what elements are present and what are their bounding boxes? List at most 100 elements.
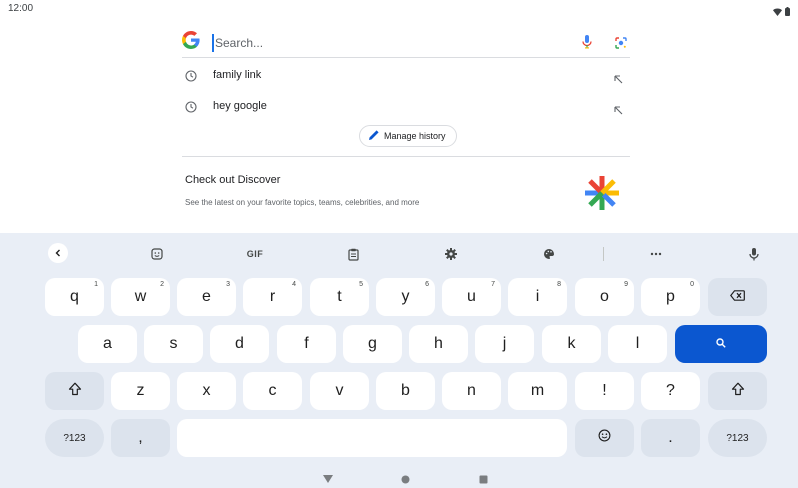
key-hint: 1 xyxy=(94,281,98,288)
key-c[interactable]: c xyxy=(243,372,302,410)
google-lens-icon[interactable] xyxy=(615,36,627,54)
key-y[interactable]: y6 xyxy=(376,278,435,316)
google-logo-icon xyxy=(182,31,200,54)
gif-icon[interactable]: GIF xyxy=(244,245,266,263)
battery-icon xyxy=(785,3,790,21)
key-label: i xyxy=(535,288,540,305)
key-exclamation[interactable]: ! xyxy=(575,372,634,410)
search-key[interactable] xyxy=(675,325,767,363)
key-question[interactable]: ? xyxy=(641,372,700,410)
key-comma[interactable]: , xyxy=(111,419,170,457)
key-t[interactable]: t5 xyxy=(310,278,369,316)
key-e[interactable]: e3 xyxy=(177,278,236,316)
key-m[interactable]: m xyxy=(508,372,567,410)
fill-query-arrow-icon[interactable] xyxy=(614,102,623,120)
key-hint: 0 xyxy=(690,281,694,288)
suggestion-label: hey google xyxy=(213,100,267,112)
back-icon[interactable] xyxy=(48,243,68,263)
symbols-key-left[interactable]: ?123 xyxy=(45,419,104,457)
key-label: q xyxy=(70,288,79,305)
emoji-key[interactable] xyxy=(575,419,634,457)
palette-icon[interactable] xyxy=(538,245,560,263)
key-label: h xyxy=(434,335,443,352)
key-hint: 6 xyxy=(425,281,429,288)
recents-square-icon[interactable] xyxy=(479,471,488,488)
key-w[interactable]: w2 xyxy=(111,278,170,316)
key-i[interactable]: i8 xyxy=(508,278,567,316)
key-period[interactable]: . xyxy=(641,419,700,457)
home-circle-icon[interactable] xyxy=(401,471,410,488)
settings-icon[interactable] xyxy=(440,245,462,263)
key-s[interactable]: s xyxy=(144,325,203,363)
key-label: c xyxy=(268,382,277,399)
back-triangle-icon[interactable] xyxy=(323,471,333,488)
key-a[interactable]: a xyxy=(78,325,137,363)
sticker-icon[interactable] xyxy=(146,245,168,263)
key-label: t xyxy=(337,288,342,305)
key-label: j xyxy=(502,335,507,352)
key-hint: 8 xyxy=(557,281,561,288)
key-n[interactable]: n xyxy=(442,372,501,410)
key-label: d xyxy=(235,335,244,352)
spacebar[interactable] xyxy=(177,419,567,457)
suggestion-family-link[interactable]: family link xyxy=(182,64,630,88)
discover-title: Check out Discover xyxy=(185,174,281,186)
key-o[interactable]: o9 xyxy=(575,278,634,316)
key-label: u xyxy=(467,288,476,305)
gif-label: GIF xyxy=(246,249,264,259)
mic-icon[interactable] xyxy=(743,245,765,263)
key-label: ?123 xyxy=(63,432,86,444)
manage-history-button[interactable]: Manage history xyxy=(359,125,457,147)
key-label: y xyxy=(401,288,410,305)
key-label: z xyxy=(136,382,145,399)
key-label: ! xyxy=(602,382,607,399)
search-bar xyxy=(182,28,630,58)
key-r[interactable]: r4 xyxy=(243,278,302,316)
backspace-key[interactable] xyxy=(708,278,767,316)
key-d[interactable]: d xyxy=(210,325,269,363)
pencil-icon xyxy=(368,129,380,143)
key-hint: 5 xyxy=(359,281,363,288)
key-label: m xyxy=(530,382,545,399)
key-label: , xyxy=(138,429,143,446)
key-hint: 4 xyxy=(292,281,296,288)
key-g[interactable]: g xyxy=(343,325,402,363)
key-l[interactable]: l xyxy=(608,325,667,363)
key-label: l xyxy=(635,335,640,352)
key-k[interactable]: k xyxy=(542,325,601,363)
discover-subtitle: See the latest on your favorite topics, … xyxy=(185,198,420,207)
key-hint: 2 xyxy=(160,281,164,288)
more-icon[interactable] xyxy=(645,245,667,263)
key-label: b xyxy=(401,382,410,399)
voice-search-mic-icon[interactable] xyxy=(582,35,592,54)
discover-asterisk-icon xyxy=(583,174,621,217)
key-u[interactable]: u7 xyxy=(442,278,501,316)
key-x[interactable]: x xyxy=(177,372,236,410)
key-v[interactable]: v xyxy=(310,372,369,410)
key-label: ? xyxy=(666,382,675,399)
clipboard-icon[interactable] xyxy=(342,245,364,263)
key-j[interactable]: j xyxy=(475,325,534,363)
shift-key-right[interactable] xyxy=(708,372,767,410)
key-label: f xyxy=(304,335,309,352)
keyboard-toolbar: GIF xyxy=(0,233,798,273)
key-b[interactable]: b xyxy=(376,372,435,410)
symbols-key-right[interactable]: ?123 xyxy=(708,419,767,457)
status-time: 12:00 xyxy=(8,3,34,14)
key-label: n xyxy=(467,382,476,399)
key-q[interactable]: q1 xyxy=(45,278,104,316)
key-label: r xyxy=(269,288,276,305)
suggestion-label: family link xyxy=(213,69,262,81)
wifi-icon xyxy=(773,3,782,21)
key-label: g xyxy=(368,335,377,352)
key-z[interactable]: z xyxy=(111,372,170,410)
manage-history-label: Manage history xyxy=(384,131,446,141)
fill-query-arrow-icon[interactable] xyxy=(614,71,623,89)
shift-key-left[interactable] xyxy=(45,372,104,410)
key-h[interactable]: h xyxy=(409,325,468,363)
key-f[interactable]: f xyxy=(277,325,336,363)
search-input[interactable] xyxy=(212,34,512,52)
key-label: e xyxy=(202,288,211,305)
suggestion-hey-google[interactable]: hey google xyxy=(182,95,630,119)
key-p[interactable]: p0 xyxy=(641,278,700,316)
